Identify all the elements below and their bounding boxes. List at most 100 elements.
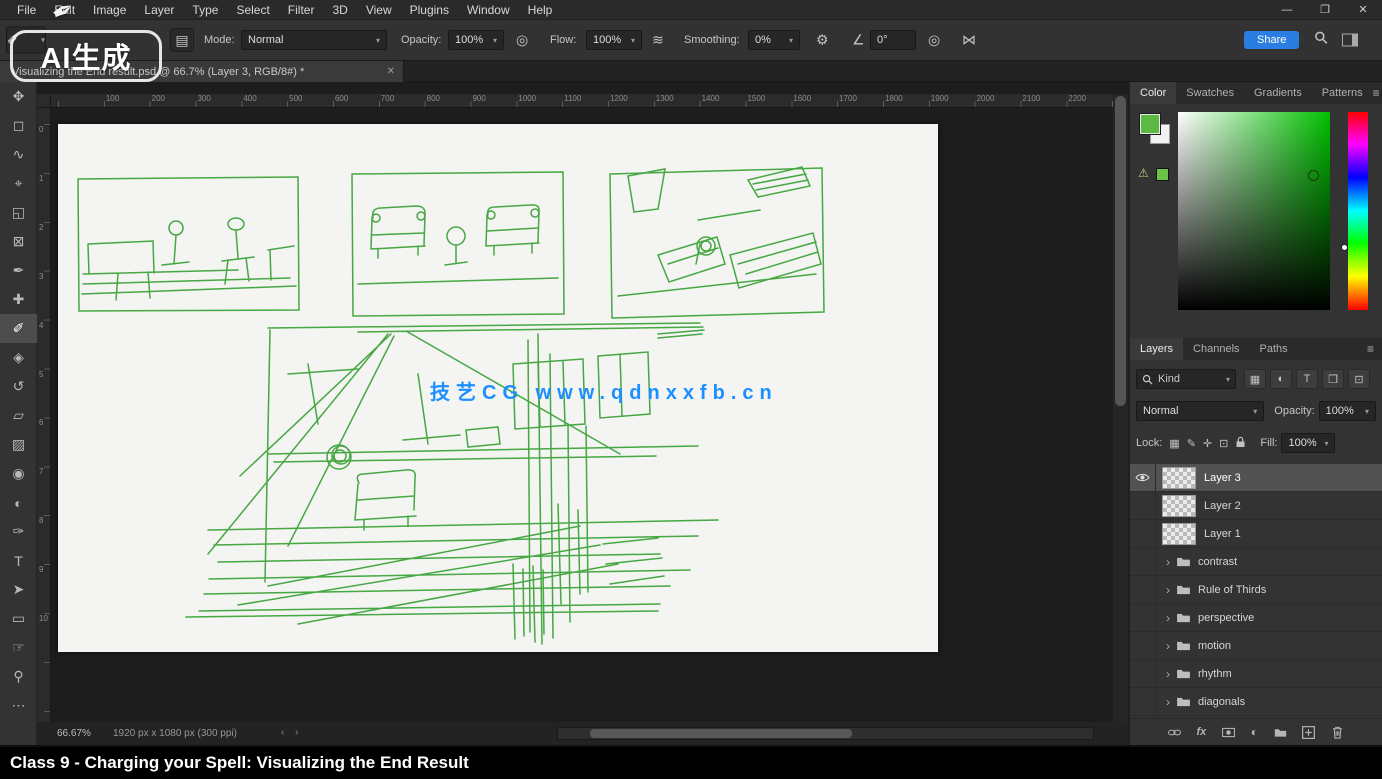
delete-layer-icon[interactable]: [1331, 726, 1344, 739]
share-button[interactable]: Share: [1244, 31, 1299, 49]
group-expand-icon[interactable]: ›: [1160, 583, 1176, 597]
saturation-brightness-picker[interactable]: [1178, 112, 1330, 310]
status-arrows-icon[interactable]: ‹ ›: [281, 727, 302, 738]
layer-opacity-dropdown[interactable]: 100% ▾: [1319, 401, 1376, 421]
lock-all-icon[interactable]: [1235, 436, 1246, 451]
gamut-color-swatch[interactable]: [1156, 168, 1169, 181]
link-layers-icon[interactable]: [1168, 726, 1181, 739]
horizontal-scrollbar[interactable]: [557, 727, 1094, 740]
smoothing-dropdown[interactable]: 0% ▾: [748, 30, 800, 50]
blend-mode-dropdown[interactable]: Normal ▾: [241, 30, 387, 50]
group-expand-icon[interactable]: ›: [1160, 639, 1176, 653]
ruler-origin-corner[interactable]: [37, 94, 51, 108]
new-group-icon[interactable]: [1274, 726, 1287, 739]
layer-filter-kind-dropdown[interactable]: Kind ▾: [1136, 369, 1236, 389]
layer-blend-mode-dropdown[interactable]: Normal ▾: [1136, 401, 1264, 421]
blur-tool[interactable]: ◉: [0, 459, 37, 488]
menu-item-3d[interactable]: 3D: [323, 0, 356, 20]
pen-tool[interactable]: ✑: [0, 517, 37, 546]
group-expand-icon[interactable]: ›: [1160, 555, 1176, 569]
opacity-dropdown[interactable]: 100% ▾: [448, 30, 504, 50]
filter-type-layers-icon[interactable]: T: [1296, 369, 1318, 389]
zoom-tool[interactable]: ⚲: [0, 662, 37, 691]
menu-item-help[interactable]: Help: [519, 0, 562, 20]
menu-item-select[interactable]: Select: [227, 0, 278, 20]
type-tool[interactable]: T: [0, 546, 37, 575]
pressure-opacity-icon[interactable]: ◎: [516, 32, 528, 49]
layer-thumbnail[interactable]: [1162, 523, 1196, 545]
path-selection-tool[interactable]: ➤: [0, 575, 37, 604]
group-expand-icon[interactable]: ›: [1160, 667, 1176, 681]
layer-fill-dropdown[interactable]: 100% ▾: [1281, 433, 1335, 453]
layer-row-layer-3[interactable]: Layer 3: [1130, 464, 1382, 492]
lock-image-icon[interactable]: ✎: [1187, 437, 1196, 450]
menu-item-type[interactable]: Type: [183, 0, 227, 20]
vertical-scrollbar[interactable]: [1113, 94, 1128, 722]
menu-item-layer[interactable]: Layer: [135, 0, 183, 20]
menu-item-image[interactable]: Image: [84, 0, 135, 20]
menu-item-file[interactable]: File: [8, 0, 45, 20]
visibility-toggle[interactable]: [1130, 688, 1156, 715]
frame-tool[interactable]: ⊠: [0, 227, 37, 256]
pressure-size-icon[interactable]: ◎: [928, 32, 940, 49]
foreground-color-swatch[interactable]: [1140, 114, 1160, 134]
document-canvas[interactable]: 技艺CG www.qdnxxfb.cn: [58, 124, 938, 652]
menu-item-view[interactable]: View: [357, 0, 401, 20]
marquee-tool[interactable]: ◻: [0, 111, 37, 140]
eraser-tool[interactable]: ▱: [0, 401, 37, 430]
tab-color[interactable]: Color: [1130, 82, 1176, 104]
visibility-toggle[interactable]: [1130, 492, 1156, 519]
panel-menu-icon[interactable]: ≡: [1373, 86, 1382, 100]
filter-shape-layers-icon[interactable]: ❒: [1322, 369, 1344, 389]
zoom-level[interactable]: 66.67%: [57, 728, 91, 739]
filter-smart-objects-icon[interactable]: ⊡: [1348, 369, 1370, 389]
workspace-switcher-icon[interactable]: [1342, 34, 1358, 47]
visibility-toggle[interactable]: [1130, 576, 1156, 603]
hand-tool[interactable]: ☞: [0, 633, 37, 662]
color-picker-cursor[interactable]: [1308, 170, 1319, 181]
tab-patterns[interactable]: Patterns: [1312, 82, 1373, 104]
menu-item-window[interactable]: Window: [458, 0, 519, 20]
visibility-toggle[interactable]: [1130, 632, 1156, 659]
filter-pixel-layers-icon[interactable]: ▦: [1244, 369, 1266, 389]
healing-brush-tool[interactable]: ✚: [0, 285, 37, 314]
layer-mask-icon[interactable]: [1222, 726, 1235, 739]
minimize-button[interactable]: —: [1268, 0, 1306, 20]
tab-channels[interactable]: Channels: [1183, 338, 1249, 360]
visibility-toggle[interactable]: [1130, 520, 1156, 547]
layer-row-rhythm[interactable]: ›rhythm: [1130, 660, 1382, 688]
filter-adjustment-layers-icon[interactable]: ◐: [1270, 369, 1292, 389]
lock-position-icon[interactable]: ✛: [1203, 437, 1212, 450]
layer-row-contrast[interactable]: ›contrast: [1130, 548, 1382, 576]
layer-row-rule-of-thirds[interactable]: ›Rule of Thirds: [1130, 576, 1382, 604]
history-brush-tool[interactable]: ↺: [0, 372, 37, 401]
dodge-tool[interactable]: ◐: [0, 488, 37, 517]
layer-row-layer-2[interactable]: Layer 2: [1130, 492, 1382, 520]
smoothing-gear-icon[interactable]: ⚙: [816, 32, 829, 49]
layer-row-layer-1[interactable]: Layer 1: [1130, 520, 1382, 548]
vertical-scrollbar-thumb[interactable]: [1115, 96, 1126, 406]
search-icon[interactable]: [1314, 31, 1328, 50]
visibility-toggle[interactable]: [1130, 660, 1156, 687]
gradient-tool[interactable]: ▨: [0, 430, 37, 459]
crop-tool[interactable]: ◱: [0, 198, 37, 227]
layer-row-perspective[interactable]: ›perspective: [1130, 604, 1382, 632]
shape-tool[interactable]: ▭: [0, 604, 37, 633]
edit-toolbar[interactable]: ⋯: [0, 691, 37, 720]
lock-artboard-icon[interactable]: ⊡: [1219, 437, 1228, 450]
airbrush-icon[interactable]: ≋: [652, 32, 664, 49]
menu-item-plugins[interactable]: Plugins: [401, 0, 458, 20]
brush-tool[interactable]: ✐: [0, 314, 37, 343]
restore-button[interactable]: ❐: [1306, 0, 1344, 20]
layer-thumbnail[interactable]: [1162, 495, 1196, 517]
horizontal-scrollbar-thumb[interactable]: [590, 729, 852, 738]
brush-settings-toggle-icon[interactable]: ▤: [170, 28, 194, 52]
layer-row-motion[interactable]: ›motion: [1130, 632, 1382, 660]
adjustment-layer-icon[interactable]: ◐: [1251, 725, 1258, 739]
gamut-warning-icon[interactable]: ⚠: [1138, 166, 1149, 180]
tab-close-icon[interactable]: ✕: [379, 66, 395, 77]
lock-transparency-icon[interactable]: ▦: [1169, 437, 1179, 450]
layer-thumbnail[interactable]: [1162, 467, 1196, 489]
tab-gradients[interactable]: Gradients: [1244, 82, 1312, 104]
panel-menu-icon[interactable]: ≡: [1367, 342, 1382, 356]
